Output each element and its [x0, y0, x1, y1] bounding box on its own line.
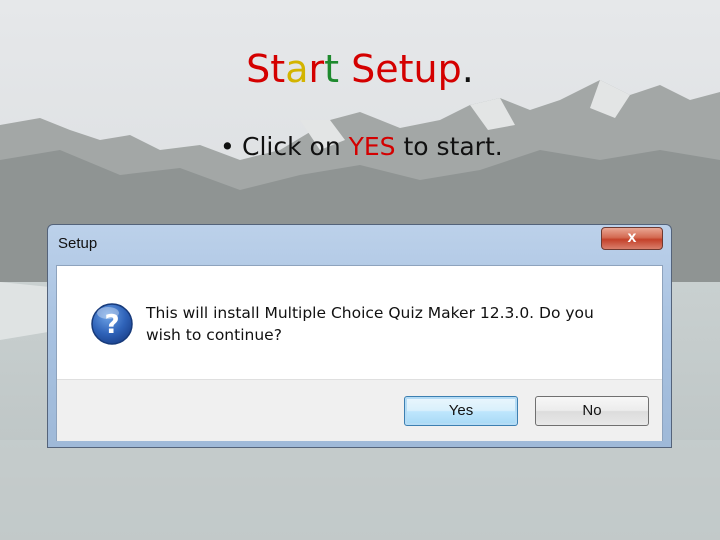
bullet-instruction: • Click on YES to start.	[220, 132, 503, 161]
yes-button[interactable]: Yes	[404, 396, 518, 426]
dialog-message: This will install Multiple Choice Quiz M…	[146, 304, 594, 344]
bullet-highlight: YES	[348, 132, 396, 161]
dialog-body: ? This will install Multiple Choice Quiz…	[56, 265, 663, 441]
bullet-prefix: Click on	[242, 132, 349, 161]
bullet-dot: •	[220, 132, 235, 161]
svg-text:?: ?	[104, 310, 119, 340]
title-part: St	[246, 47, 286, 91]
no-button[interactable]: No	[535, 396, 649, 426]
title-part: a	[285, 47, 309, 91]
bullet-suffix: to start.	[395, 132, 503, 161]
title-part: t	[324, 47, 352, 91]
dialog-title: Setup	[58, 235, 98, 252]
close-button[interactable]: x	[601, 227, 663, 250]
question-icon: ?	[91, 303, 133, 345]
title-part: Setup	[351, 47, 462, 91]
setup-dialog: Setup x ? This will install Multiple Cho…	[47, 224, 672, 448]
title-part: .	[461, 47, 474, 91]
close-icon: x	[627, 229, 637, 246]
title-part: r	[308, 47, 325, 91]
message-area: ? This will install Multiple Choice Quiz…	[57, 266, 662, 379]
slide-title: Start Setup.	[0, 44, 720, 94]
